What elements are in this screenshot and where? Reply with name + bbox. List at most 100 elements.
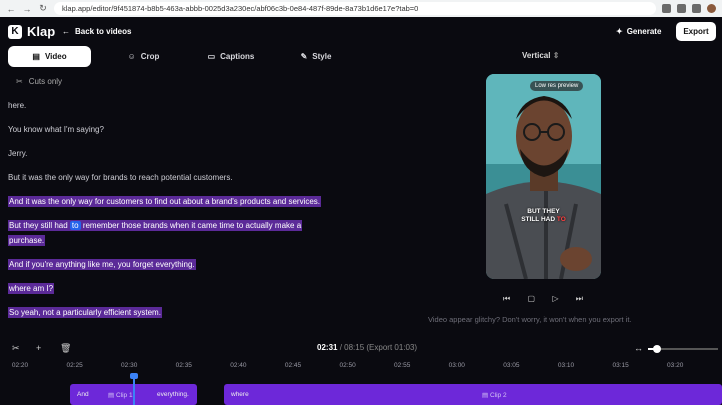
timecode: 02:31 / 08:15 (Export 01:03) (317, 343, 417, 352)
brush-icon: ✎ (300, 52, 308, 61)
transcript-text: remember those brands when it came time … (80, 221, 302, 230)
tab-label: Crop (140, 52, 160, 61)
video-preview[interactable]: Low res preview BUT THEY STILL HAD TO (486, 74, 601, 279)
avatar[interactable] (707, 4, 716, 13)
scissors-icon[interactable]: ✂ (12, 343, 20, 354)
transcript-line[interactable]: purchase. (8, 235, 46, 246)
transcript-text: So yeah, not a particularly efficient sy… (8, 307, 162, 318)
timeline-ruler[interactable]: 02:20 02:25 02:30 02:35 02:40 02:45 02:50 02:55… (0, 362, 722, 374)
transcript-text: where am I? (8, 283, 55, 294)
transcript-line[interactable]: So yeah, not a particularly efficient sy… (8, 307, 162, 318)
video-caption: BUT THEY STILL HAD TO (486, 208, 601, 224)
low-res-badge: Low res preview (530, 81, 584, 91)
logo-text: Klap (27, 24, 56, 39)
trash-icon[interactable]: 🗑 (60, 343, 71, 354)
clip-label: ▤ Clip 2 (482, 391, 507, 399)
stop-icon[interactable]: ▢ (527, 294, 535, 304)
timeline-tick: 03:00 (448, 362, 465, 369)
transcript-text: You know what I'm saying? (8, 125, 104, 134)
back-label: Back to videos (75, 27, 132, 36)
speech-bubble-icon: ▭ (207, 52, 216, 61)
timeline-tick: 02:30 (121, 362, 138, 369)
timeline-tick: 02:45 (284, 362, 302, 369)
forward-arrow-icon[interactable]: → (22, 4, 32, 14)
caption-text: STILL HAD (521, 216, 557, 223)
extension-icon[interactable] (692, 4, 701, 13)
timeline-tick: 02:35 (175, 362, 192, 369)
transcript-line[interactable]: You know what I'm saying? (8, 124, 104, 135)
zoom-slider[interactable] (648, 345, 718, 353)
selected-word[interactable]: to (69, 221, 81, 230)
tab-style[interactable]: ✎ Style (276, 46, 356, 67)
transcript-line[interactable]: But it was the only way for brands to re… (8, 172, 233, 183)
transcript-text: here. (8, 101, 27, 110)
transcript-line[interactable]: Jerry. (8, 148, 27, 159)
tab-label: Style (312, 52, 332, 61)
timeline-tick: 03:10 (557, 362, 575, 369)
transcript-line[interactable]: But they still had to remember those bra… (8, 220, 303, 231)
sparkle-icon: ✦ (616, 27, 623, 36)
reload-icon[interactable]: ↻ (38, 3, 48, 14)
expand-horizontal-icon: ↔ (634, 343, 643, 353)
tab-captions[interactable]: ▭ Captions (186, 46, 276, 67)
chevron-updown-icon: ⇕ (552, 51, 560, 60)
video-frame (486, 74, 601, 279)
playback-controls: ⏮ ▢ ▷ ⏭ (503, 294, 583, 304)
timeline-tick: 02:55 (394, 362, 411, 369)
transcript-line[interactable]: here. (8, 100, 26, 111)
tab-crop[interactable]: ☺ Crop (101, 46, 186, 67)
playhead[interactable] (133, 374, 135, 405)
transcript-text: purchase. (8, 235, 46, 246)
clip-2[interactable]: where ▤ Clip 2 (224, 384, 722, 405)
transcript-text: But they still had to remember those bra… (8, 220, 303, 231)
generate-label: Generate (626, 27, 662, 36)
transcript-text: Jerry. (8, 149, 28, 158)
fast-forward-icon[interactable]: ⏭ (576, 294, 583, 304)
generate-button[interactable]: ✦ Generate (616, 27, 661, 36)
back-arrow-icon[interactable]: ← (6, 4, 16, 14)
clip-label: ▤ Clip 1 (108, 391, 133, 399)
extension-icon[interactable] (662, 4, 671, 13)
browser-toolbar: ← → ↻ klap.app/editor/9f451874-b8b5-463a… (0, 0, 722, 17)
back-to-videos-button[interactable]: ← Back to videos (62, 27, 131, 36)
timeline-tick: 02:25 (66, 362, 83, 369)
clip-word: everything. (157, 391, 189, 398)
editor-tabs: ▤ Video ☺ Crop ▭ Captions ✎ Style (8, 46, 356, 67)
transcript-text: And if you're anything like me, you forg… (8, 259, 196, 270)
caption-line: STILL HAD TO (486, 216, 601, 224)
timeline-tick: 02:20 (11, 362, 29, 369)
top-bar: K Klap ← Back to videos ✦ Generate Expor… (0, 17, 722, 47)
editor-app: K Klap ← Back to videos ✦ Generate Expor… (0, 17, 722, 405)
timeline-toolbar: ✂ + 🗑 02:31 / 08:15 (Export 01:03) ↔ (0, 339, 722, 357)
crop-icon: ☺ (127, 52, 136, 61)
transcript-text: But it was the only way for brands to re… (8, 173, 233, 182)
timeline-tick: 02:50 (339, 362, 356, 369)
aspect-ratio-select[interactable]: Vertical ⇕ (522, 51, 559, 60)
timeline-tick: 02:40 (230, 362, 247, 369)
timeline-tick: 03:05 (503, 362, 520, 369)
plus-icon[interactable]: + (36, 343, 41, 353)
transcript-line[interactable]: And if you're anything like me, you forg… (8, 259, 196, 270)
tab-video[interactable]: ▤ Video (8, 46, 91, 67)
caption-highlight-word: TO (556, 216, 566, 223)
timeline-clips: And ▤ Clip 1 everything. where ▤ Clip 2 (0, 384, 722, 405)
clip-label-text: Clip 2 (489, 391, 507, 399)
caption-line: BUT THEY (527, 208, 560, 215)
export-button[interactable]: Export (676, 22, 716, 41)
current-time: 02:31 (317, 343, 338, 352)
transcript-panel: here. You know what I'm saying? Jerry. B… (8, 85, 363, 335)
aspect-label: Vertical (522, 51, 551, 60)
transcript-line[interactable]: And it was the only way for customers to… (8, 196, 322, 207)
logo-mark-icon: K (8, 24, 22, 39)
timeline-tick: 03:20 (667, 362, 684, 369)
transcript-line[interactable]: where am I? (8, 283, 55, 294)
clip-word: where (231, 391, 249, 398)
play-icon[interactable]: ▷ (552, 294, 558, 304)
zoom-slider-handle[interactable] (653, 345, 662, 353)
tab-label: Video (44, 52, 67, 61)
extension-icon[interactable] (677, 4, 686, 13)
address-bar[interactable]: klap.app/editor/9f451874-b8b5-463a-abbb-… (54, 2, 656, 15)
clip-label-text: Clip 1 (115, 391, 133, 399)
film-icon: ▤ (32, 52, 40, 61)
rewind-icon[interactable]: ⏮ (503, 294, 510, 304)
